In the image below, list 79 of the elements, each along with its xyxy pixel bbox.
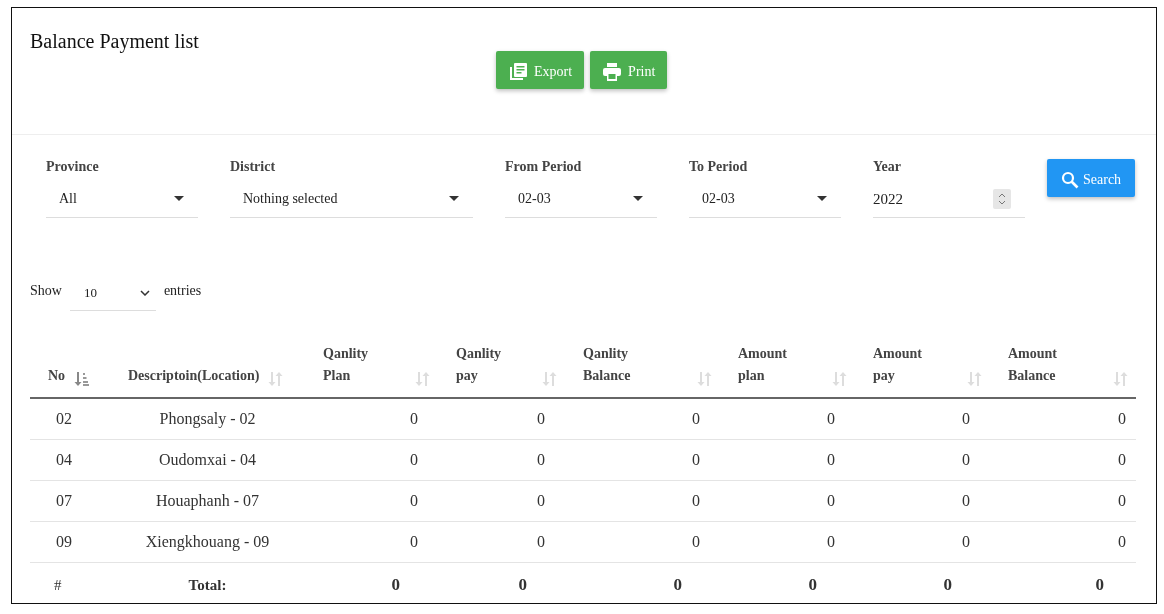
table-cell: 0	[565, 398, 720, 440]
page-title: Balance Payment list	[30, 30, 200, 53]
total-cell: 0	[305, 562, 438, 604]
table-cell: 04	[30, 439, 110, 481]
table-cell: 0	[305, 439, 438, 481]
table-cell: 0	[855, 521, 990, 563]
table-cell: 0	[720, 439, 855, 481]
table-cell: 0	[438, 398, 565, 440]
filter-label: Year	[873, 159, 902, 176]
sort-icon	[966, 371, 982, 387]
total-cell: 0	[990, 562, 1136, 604]
table-cell: Xiengkhouang - 09	[110, 521, 305, 563]
table-cell: 0	[305, 398, 438, 440]
search-icon	[1061, 170, 1079, 189]
chevron-down-icon	[139, 290, 150, 296]
sort-icon	[267, 371, 284, 387]
table-cell: Houaphanh - 07	[110, 480, 305, 522]
show-label: Show	[30, 282, 62, 299]
total-cell: 0	[855, 562, 990, 604]
table-cell: 0	[855, 398, 990, 440]
total-cell: #	[30, 562, 110, 604]
table-cell: 0	[438, 480, 565, 522]
filter-label: From Period	[505, 159, 583, 176]
sort-icon	[831, 371, 847, 387]
table-cell: 0	[990, 439, 1136, 481]
dropdown-select[interactable]: All	[46, 181, 198, 218]
sort-descending-icon	[73, 371, 90, 387]
sort-icon	[1112, 371, 1128, 387]
sort-icon	[541, 371, 557, 387]
table-cell: 0	[855, 480, 990, 522]
entries-label: entries	[163, 282, 202, 299]
column-header[interactable]: Amount plan	[720, 343, 855, 398]
table-cell: 0	[990, 521, 1136, 563]
column-header[interactable]: No	[30, 343, 110, 398]
column-header[interactable]: Descriptoin(Location)	[110, 343, 305, 398]
caret-icon	[449, 196, 459, 202]
sort-icon	[414, 371, 430, 387]
total-cell: 0	[720, 562, 855, 604]
table-cell: Phongsaly - 02	[110, 398, 305, 440]
sort-icon	[696, 371, 712, 387]
table-cell: 0	[720, 521, 855, 563]
table-cell: 0	[855, 439, 990, 481]
spinner-icon	[993, 189, 1011, 209]
table-cell: 0	[565, 521, 720, 563]
filter-label: District	[230, 159, 277, 176]
table-cell: 0	[990, 480, 1136, 522]
table-cell: 07	[30, 480, 110, 522]
dropdown-select[interactable]: 02-03	[505, 181, 657, 218]
table-cell: 0	[305, 480, 438, 522]
total-label: Total:	[110, 562, 305, 604]
column-header[interactable]: Qanlity pay	[438, 343, 565, 398]
year-input[interactable]: 2022	[873, 181, 1025, 218]
table-cell: 0	[305, 521, 438, 563]
table-cell: 0	[990, 398, 1136, 440]
table-cell: 02	[30, 398, 110, 440]
table-cell: 0	[565, 439, 720, 481]
column-header[interactable]: Qanlity Balance	[565, 343, 720, 398]
caret-icon	[817, 196, 827, 202]
table-cell: 0	[720, 480, 855, 522]
table-cell: 0	[720, 398, 855, 440]
table-cell: 0	[438, 521, 565, 563]
printer-icon	[602, 63, 623, 81]
caret-icon	[633, 196, 643, 202]
caret-icon	[174, 196, 184, 202]
table-cell: 0	[565, 480, 720, 522]
total-cell: 0	[565, 562, 720, 604]
page-length-select[interactable]: 10	[69, 276, 156, 311]
document-stack-icon	[508, 62, 528, 82]
table-cell: 0	[438, 439, 565, 481]
total-cell: 0	[438, 562, 565, 604]
table-cell: Oudomxai - 04	[110, 439, 305, 481]
column-header[interactable]: Amount pay	[855, 343, 990, 398]
filter-label: Province	[46, 159, 100, 176]
dropdown-select[interactable]: 02-03	[689, 181, 841, 218]
filter-label: To Period	[689, 159, 749, 176]
column-header[interactable]: Qanlity Plan	[305, 343, 438, 398]
table-cell: 09	[30, 521, 110, 563]
column-header[interactable]: Amount Balance	[990, 343, 1136, 398]
dropdown-select[interactable]: Nothing selected	[230, 181, 473, 218]
